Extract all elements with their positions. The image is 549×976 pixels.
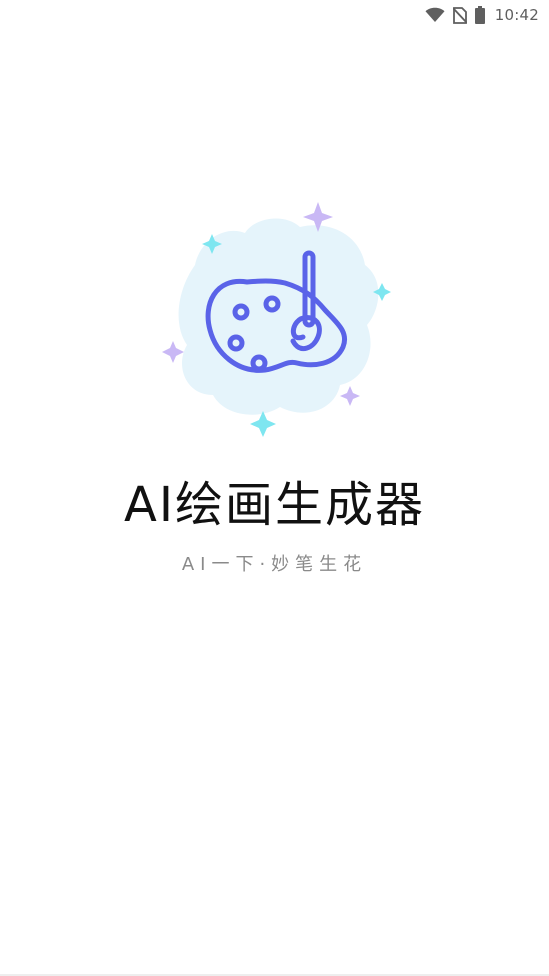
status-time: 10:42 xyxy=(494,6,539,24)
status-icons: 10:42 xyxy=(425,4,539,26)
battery-icon xyxy=(474,6,485,24)
wifi-icon xyxy=(425,7,445,23)
sparkle-icon xyxy=(340,386,360,406)
sparkle-icon xyxy=(162,341,184,363)
no-sim-icon xyxy=(452,6,467,24)
status-bar: 10:42 xyxy=(0,0,549,30)
app-slogan: AI一下·妙笔生花 xyxy=(181,554,368,575)
app-logo xyxy=(155,195,400,445)
app-title: AI绘画生成器 xyxy=(124,477,425,533)
sparkle-icon xyxy=(250,411,276,437)
